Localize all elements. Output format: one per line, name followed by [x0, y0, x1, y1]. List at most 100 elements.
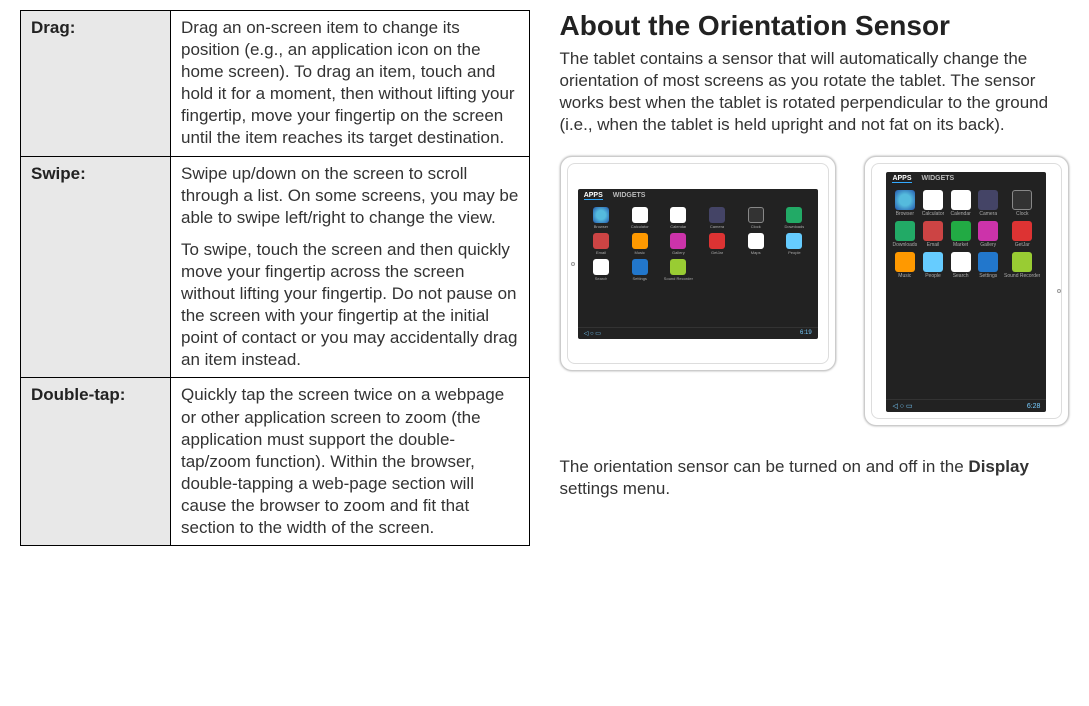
app-camera: Camera	[976, 190, 1000, 217]
gallery-icon	[978, 221, 998, 241]
sound-recorder-icon	[1012, 252, 1032, 272]
sound-recorder-icon	[670, 259, 686, 275]
app-label: Sound Recorder	[1004, 273, 1040, 279]
app-camera: Camera	[700, 207, 735, 229]
screen-tabs: APPS WIDGETS	[886, 172, 1046, 186]
clock-icon	[748, 207, 764, 223]
screen-tabs: APPS WIDGETS	[578, 189, 818, 203]
music-icon	[632, 233, 648, 249]
table-row: Double-tap: Quickly tap the screen twice…	[21, 378, 530, 546]
calendar-icon	[951, 190, 971, 210]
getjar-icon	[1012, 221, 1032, 241]
app-label: Settings	[632, 276, 646, 281]
app-sound-recorder: Sound Recorder	[1004, 252, 1040, 279]
app-label: People	[925, 273, 941, 279]
app-grid: BrowserCalculatorCalendarCameraClockDown…	[886, 186, 1046, 399]
getjar-icon	[709, 233, 725, 249]
tab-widgets: WIDGETS	[922, 175, 955, 183]
app-people: People	[921, 252, 945, 279]
tab-apps: APPS	[584, 192, 603, 200]
app-browser: Browser	[892, 190, 917, 217]
music-icon	[895, 252, 915, 272]
clock-icon	[1012, 190, 1032, 210]
downloads-icon	[786, 207, 802, 223]
email-icon	[593, 233, 609, 249]
right-column: About the Orientation Sensor The tablet …	[545, 10, 1070, 696]
app-label: Email	[596, 250, 606, 255]
gesture-table: Drag: Drag an on-screen item to change i…	[20, 10, 530, 546]
app-label: Clock	[1016, 211, 1029, 217]
calendar-icon	[670, 207, 686, 223]
app-label: Calendar	[950, 211, 970, 217]
app-label: Maps	[751, 250, 761, 255]
app-label: Music	[634, 250, 644, 255]
app-label: Gallery	[980, 242, 996, 248]
search-icon	[593, 259, 609, 275]
tablet-portrait: APPS WIDGETS BrowserCalculatorCalendarCa…	[864, 156, 1069, 426]
app-label: People	[788, 250, 800, 255]
tablet-screen: APPS WIDGETS BrowserCalculatorCalendarCa…	[578, 189, 818, 339]
status-time: 6:28	[1027, 403, 1041, 410]
app-label: Calendar	[670, 224, 686, 229]
app-label: Camera	[979, 211, 997, 217]
row-body: Drag an on-screen item to change its pos…	[171, 11, 530, 157]
app-sound-recorder: Sound Recorder	[661, 259, 696, 281]
app-label: GetJar	[711, 250, 723, 255]
app-getjar: GetJar	[700, 233, 735, 255]
left-column: Drag: Drag an on-screen item to change i…	[20, 10, 545, 696]
app-label: Browser	[594, 224, 609, 229]
tablet-landscape: APPS WIDGETS BrowserCalculatorCalendarCa…	[560, 156, 836, 371]
maps-icon	[748, 233, 764, 249]
app-browser: Browser	[584, 207, 619, 229]
app-downloads: Downloads	[777, 207, 812, 229]
app-music: Music	[622, 233, 657, 255]
table-row: Drag: Drag an on-screen item to change i…	[21, 11, 530, 157]
home-button-icon	[571, 262, 575, 266]
row-label: Double-tap:	[21, 378, 171, 546]
gallery-icon	[670, 233, 686, 249]
calculator-icon	[632, 207, 648, 223]
browser-icon	[593, 207, 609, 223]
app-maps: Maps	[738, 233, 773, 255]
section-heading: About the Orientation Sensor	[560, 10, 1070, 42]
home-button-icon	[1057, 289, 1061, 293]
row-body: Quickly tap the screen twice on a webpag…	[171, 378, 530, 546]
camera-icon	[709, 207, 725, 223]
section-intro: The tablet contains a sensor that will a…	[560, 48, 1070, 136]
downloads-icon	[895, 221, 915, 241]
app-gallery: Gallery	[661, 233, 696, 255]
app-label: GetJar	[1015, 242, 1030, 248]
app-email: Email	[584, 233, 619, 255]
app-getjar: GetJar	[1004, 221, 1040, 248]
app-clock: Clock	[1004, 190, 1040, 217]
app-label: Clock	[751, 224, 761, 229]
search-icon	[951, 252, 971, 272]
app-label: Downloads	[892, 242, 917, 248]
app-label: Music	[898, 273, 911, 279]
row-body: Swipe up/down on the screen to scroll th…	[171, 156, 530, 378]
people-icon	[786, 233, 802, 249]
app-email: Email	[921, 221, 945, 248]
section-outro: The orientation sensor can be turned on …	[560, 456, 1070, 500]
people-icon	[923, 252, 943, 272]
app-label: Gallery	[672, 250, 685, 255]
app-calendar: Calendar	[661, 207, 696, 229]
app-music: Music	[892, 252, 917, 279]
app-search: Search	[584, 259, 619, 281]
app-market: Market	[949, 221, 973, 248]
app-label: Search	[595, 276, 608, 281]
browser-icon	[895, 190, 915, 210]
nav-icons: ◁ ○ ▭	[892, 402, 912, 410]
app-grid: BrowserCalculatorCalendarCameraClockDown…	[578, 203, 818, 327]
tab-widgets: WIDGETS	[613, 192, 646, 200]
settings-icon	[978, 252, 998, 272]
app-label: Market	[953, 242, 968, 248]
app-people: People	[777, 233, 812, 255]
nav-bar: ◁ ○ ▭ 6:28	[886, 399, 1046, 412]
row-label: Swipe:	[21, 156, 171, 378]
app-calendar: Calendar	[949, 190, 973, 217]
nav-bar: ◁ ○ ▭ 6:19	[578, 327, 818, 339]
app-label: Camera	[710, 224, 724, 229]
app-label: Email	[927, 242, 940, 248]
email-icon	[923, 221, 943, 241]
